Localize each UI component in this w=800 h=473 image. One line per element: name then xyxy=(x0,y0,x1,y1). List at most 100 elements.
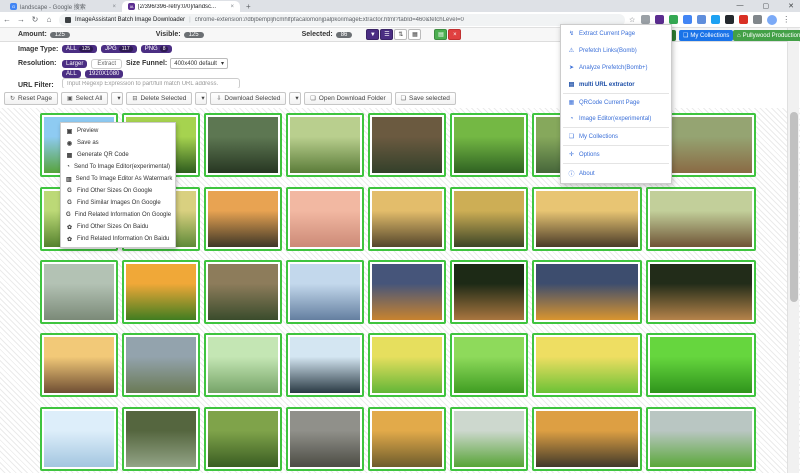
close-button[interactable]: ✕ xyxy=(788,2,794,10)
reset-page-button[interactable]: ↻Reset Page xyxy=(4,92,58,105)
imageassistant-extension-icon[interactable] xyxy=(655,15,664,24)
reload-icon[interactable]: ↻ xyxy=(28,15,42,24)
context-menu-item[interactable]: GFind Other Sizes On Google xyxy=(61,185,175,197)
app-menu-item[interactable]: ▤multi URL extractor xyxy=(561,76,671,93)
image-thumbnail[interactable] xyxy=(368,113,446,177)
image-thumbnail[interactable] xyxy=(646,260,756,324)
check-extension-icon[interactable] xyxy=(641,15,650,24)
address-bar[interactable]: ImageAssistant Batch Image Downloader | … xyxy=(59,14,625,26)
thumbnail-view-button[interactable]: ▦ xyxy=(408,29,421,40)
batch-ok-button[interactable]: ▤ xyxy=(434,29,447,40)
adblock-extension-icon[interactable] xyxy=(739,15,748,24)
image-thumbnail[interactable] xyxy=(532,407,642,471)
browser-tab-1[interactable]: IA[2/396/396-retry:0/0]/landsc...× xyxy=(122,1,240,12)
scrollbar-thumb[interactable] xyxy=(790,112,798,302)
gray-extension-icon[interactable] xyxy=(753,15,762,24)
green-extension-icon[interactable] xyxy=(669,15,678,24)
twitter-extension-icon[interactable] xyxy=(711,15,720,24)
extract-button[interactable]: Extract xyxy=(91,59,122,69)
app-menu-item[interactable]: ↯Extract Current Page xyxy=(561,25,671,42)
dropdown-caret-button[interactable]: ▾ xyxy=(289,92,301,105)
bookmark-star-icon[interactable]: ☆ xyxy=(629,16,635,24)
image-thumbnail[interactable] xyxy=(204,333,282,397)
app-menu-item[interactable]: ▦QRCode Current Page xyxy=(561,94,671,111)
list-view-button[interactable]: ☰ xyxy=(380,29,393,40)
app-menu-item[interactable]: ❏My Collections xyxy=(561,128,671,145)
image-thumbnail[interactable] xyxy=(286,333,364,397)
github-extension-icon[interactable] xyxy=(725,15,734,24)
minimize-button[interactable]: — xyxy=(737,2,744,9)
image-thumbnail[interactable] xyxy=(368,260,446,324)
tab-close-icon[interactable]: × xyxy=(112,4,116,10)
image-thumbnail[interactable] xyxy=(646,407,756,471)
context-menu-item[interactable]: ◔Send To Image Editor(experimental) xyxy=(61,161,175,173)
batch-close-button[interactable]: × xyxy=(448,29,461,40)
forward-icon[interactable]: → xyxy=(14,15,28,24)
filter-funnel-button[interactable]: ▼ xyxy=(366,29,379,40)
browser-menu-icon[interactable]: ⋮ xyxy=(782,15,790,24)
open-download-folder-button[interactable]: ❏Open Download Folder xyxy=(304,92,391,105)
image-thumbnail[interactable] xyxy=(532,187,642,251)
context-menu-item[interactable]: ◉Save as xyxy=(61,137,175,149)
dropdown-caret-button[interactable]: ▾ xyxy=(195,92,207,105)
app-menu-item[interactable]: ➤Analyze Prefetch(Bomb+) xyxy=(561,59,671,76)
image-thumbnail[interactable] xyxy=(286,187,364,251)
image-thumbnail[interactable] xyxy=(122,260,200,324)
screenshot-extension-icon[interactable] xyxy=(697,15,706,24)
maximize-button[interactable]: ▢ xyxy=(763,2,770,10)
sort-order-button[interactable]: ⇅ xyxy=(394,29,407,40)
image-thumbnail[interactable] xyxy=(532,333,642,397)
my-collections-button[interactable]: ❏My Collections xyxy=(679,30,733,41)
image-thumbnail[interactable] xyxy=(368,407,446,471)
image-thumbnail[interactable] xyxy=(646,187,756,251)
image-thumbnail[interactable] xyxy=(646,333,756,397)
pullywood-production-button[interactable]: ⌂Pullywood Production xyxy=(733,30,800,41)
image-thumbnail[interactable] xyxy=(450,113,528,177)
image-thumbnail[interactable] xyxy=(450,260,528,324)
profile-avatar[interactable] xyxy=(767,15,777,25)
larger-button[interactable]: Larger xyxy=(62,60,87,68)
image-thumbnail[interactable] xyxy=(450,407,528,471)
image-thumbnail[interactable] xyxy=(368,333,446,397)
context-menu-item[interactable]: ▣Preview xyxy=(61,125,175,137)
home-icon[interactable]: ⌂ xyxy=(42,15,56,24)
size-funnel-select[interactable]: 400x400 default ▾ xyxy=(170,58,228,69)
image-thumbnail[interactable] xyxy=(122,333,200,397)
tab-close-icon[interactable]: × xyxy=(230,4,234,10)
image-thumbnail[interactable] xyxy=(450,333,528,397)
context-menu-item[interactable]: ✿Find Related Information On Baidu xyxy=(61,233,175,245)
image-thumbnail[interactable] xyxy=(204,407,282,471)
image-thumbnail[interactable] xyxy=(204,260,282,324)
back-icon[interactable]: ← xyxy=(0,15,14,24)
app-menu-item[interactable]: ◔Image Editor(experimental) xyxy=(561,111,671,127)
context-menu-item[interactable]: ▥Send To Image Editor As Watermark xyxy=(61,173,175,185)
resolution-1920-button[interactable]: 1920X1080 xyxy=(85,70,124,78)
context-menu-item[interactable]: GFind Similar Images On Google xyxy=(61,197,175,209)
image-type-jpg-button[interactable]: JPG117 xyxy=(101,45,137,53)
context-menu-item[interactable]: ▦Generate QR Code xyxy=(61,149,175,161)
app-menu-item[interactable]: ✛Options xyxy=(561,146,671,163)
context-menu-item[interactable]: ✿Find Other Sizes On Baidu xyxy=(61,221,175,233)
image-thumbnail[interactable] xyxy=(204,113,282,177)
app-menu-item[interactable]: ⚠Prefetch Links(Bomb) xyxy=(561,42,671,59)
browser-tab-0[interactable]: Glandscape - Google 搜索× xyxy=(4,1,122,12)
image-thumbnail[interactable] xyxy=(122,407,200,471)
image-thumbnail[interactable] xyxy=(40,333,118,397)
image-type-all-button[interactable]: ALL125 xyxy=(62,45,97,53)
new-tab-button[interactable]: + xyxy=(246,2,251,12)
image-thumbnail[interactable] xyxy=(368,187,446,251)
resolution-all-button[interactable]: ALL xyxy=(62,70,81,78)
select-all-button[interactable]: ▣Select All xyxy=(61,92,108,105)
dropdown-caret-button[interactable]: ▾ xyxy=(111,92,123,105)
delete-selected-button[interactable]: ⊟Delete Selected xyxy=(126,92,192,105)
image-thumbnail[interactable] xyxy=(286,113,364,177)
context-menu-item[interactable]: GFind Related Information On Google xyxy=(61,209,175,221)
app-menu-item[interactable]: ⓘAbout xyxy=(561,164,671,183)
translate-extension-icon[interactable] xyxy=(683,15,692,24)
download-selected-button[interactable]: ⇩Download Selected xyxy=(210,92,286,105)
image-thumbnail[interactable] xyxy=(450,187,528,251)
save-selected-button[interactable]: ❏Save selected xyxy=(395,92,456,105)
image-thumbnail[interactable] xyxy=(286,260,364,324)
image-thumbnail[interactable] xyxy=(286,407,364,471)
image-thumbnail[interactable] xyxy=(204,187,282,251)
